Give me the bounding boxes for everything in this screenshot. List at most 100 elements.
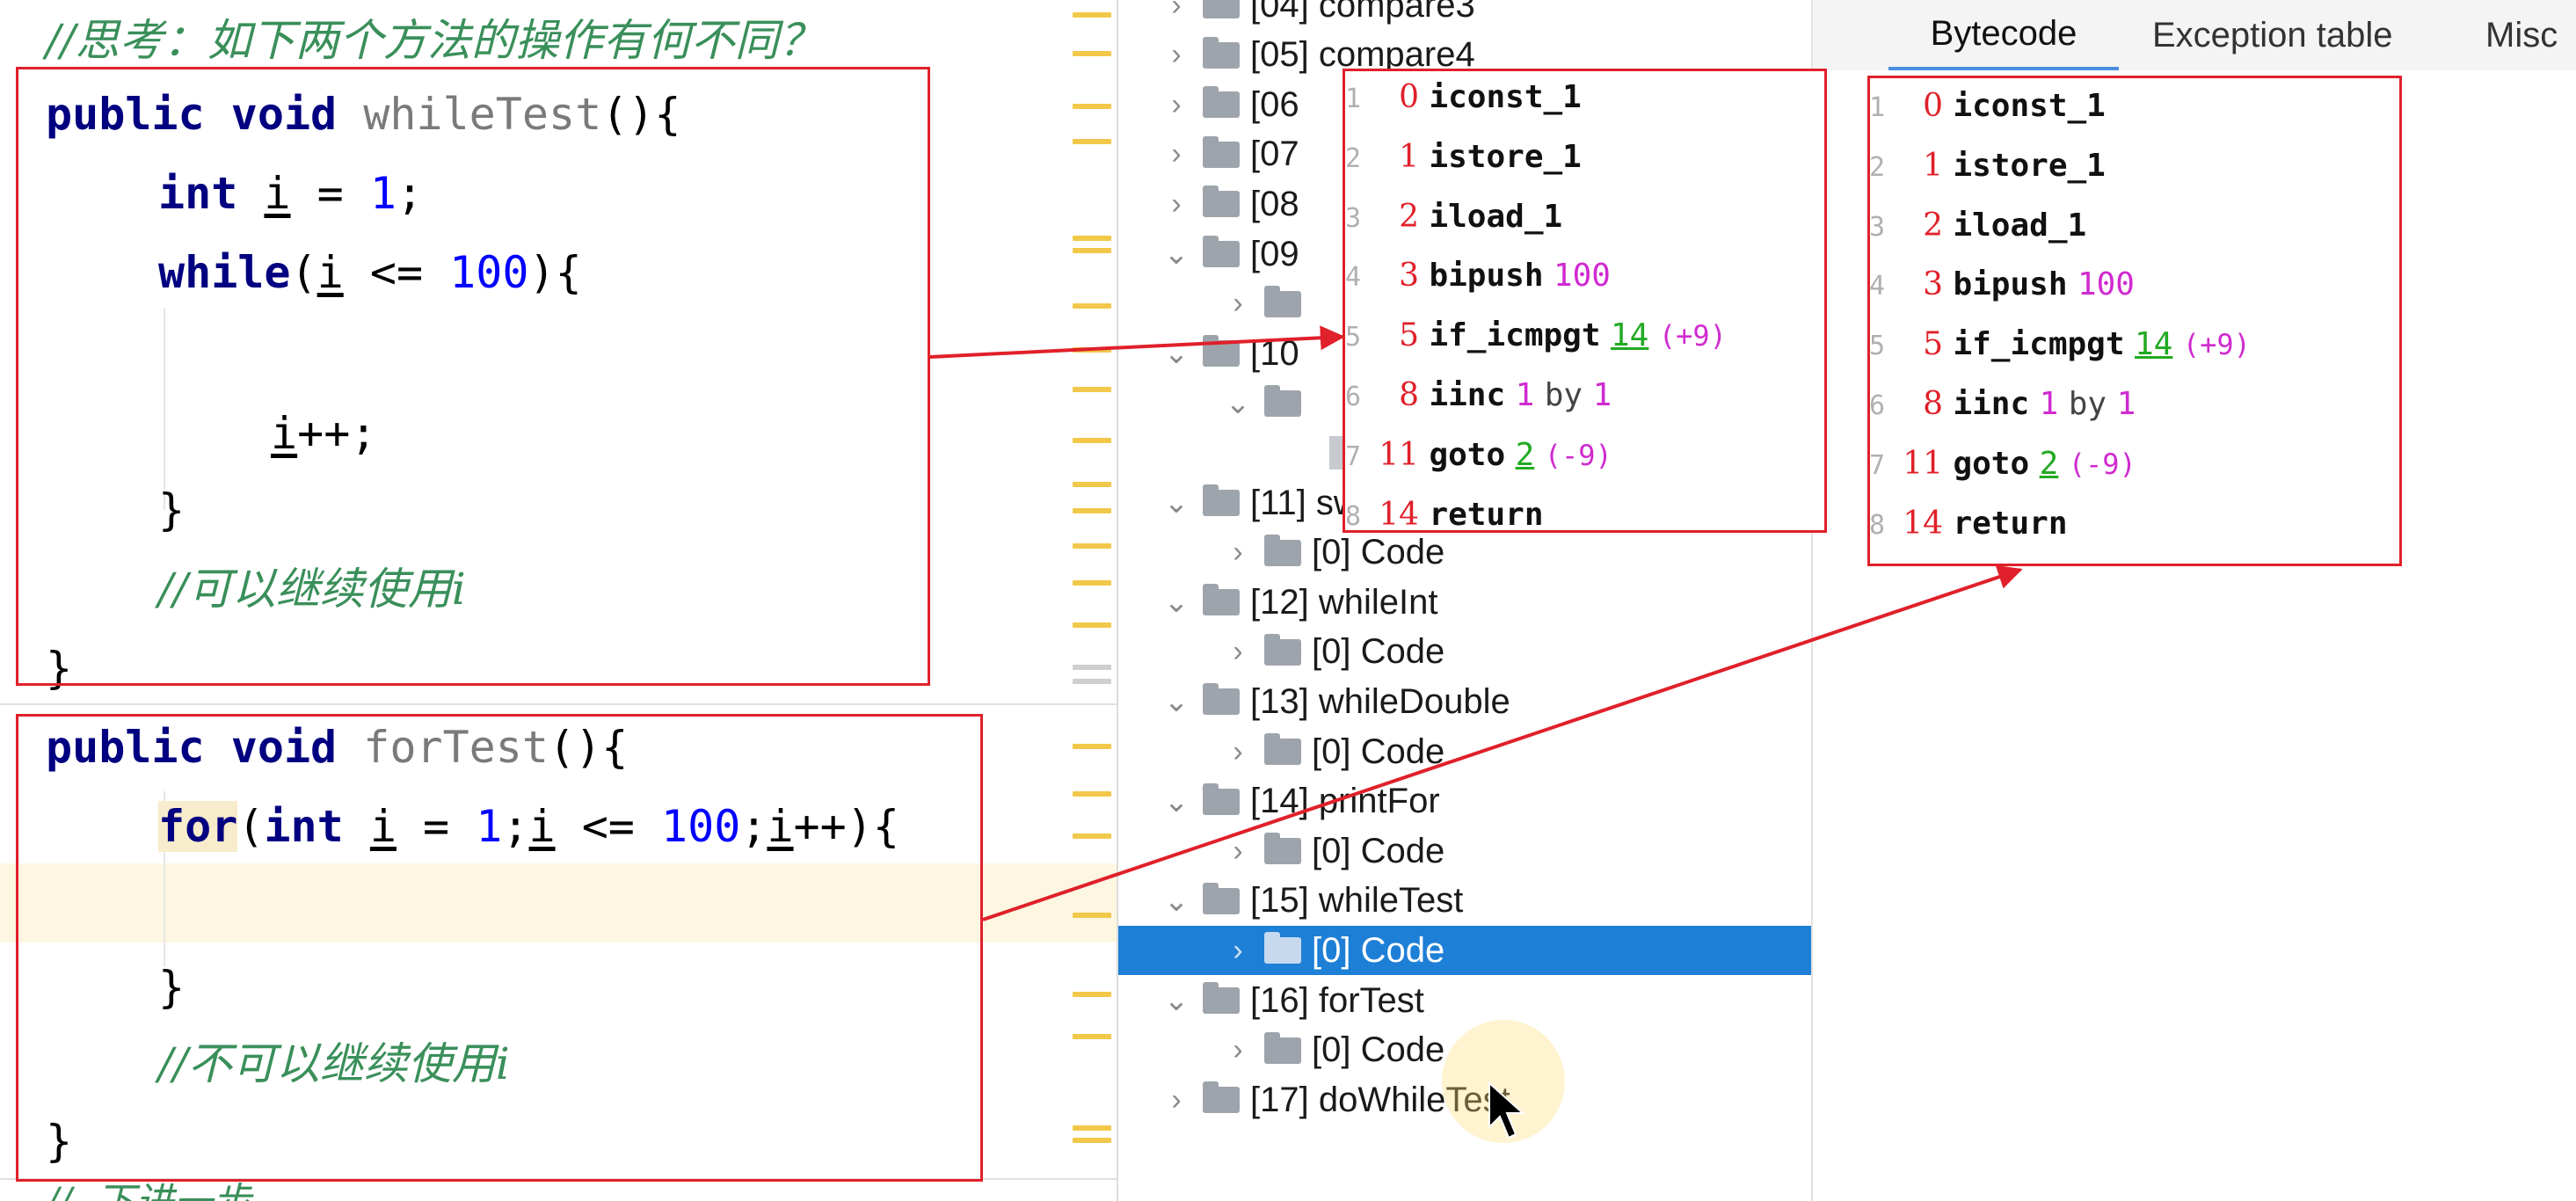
scrollbar-markers[interactable] bbox=[1055, 0, 1117, 1201]
bytecode-offset: 5 bbox=[1923, 326, 1943, 363]
marker bbox=[1073, 744, 1111, 749]
operand: 100 bbox=[1553, 258, 1611, 295]
bytecode-instruction: 5 5 if_icmpgt 14 (+9) bbox=[1869, 317, 2251, 372]
tree-item-label: [04] compare3 bbox=[1250, 0, 1475, 25]
tree-item[interactable]: ⌄ [15] whileTest bbox=[1118, 877, 1811, 926]
chevron-right-icon[interactable]: › bbox=[1220, 735, 1255, 769]
bytecode-offset: 0 bbox=[1923, 88, 1943, 124]
chevron-right-icon[interactable]: › bbox=[1220, 535, 1255, 570]
opcode: iload_1 bbox=[1429, 198, 1563, 235]
tree-item[interactable]: › [0] Code bbox=[1118, 926, 1811, 976]
marker bbox=[1073, 104, 1111, 109]
chevron-down-icon[interactable]: ⌄ bbox=[1159, 585, 1194, 620]
chevron-right-icon[interactable]: › bbox=[1220, 1033, 1255, 1067]
bytecode-instruction: 3 2 iload_1 bbox=[1869, 199, 2086, 253]
chevron-down-icon[interactable]: ⌄ bbox=[1159, 485, 1194, 520]
folder-icon bbox=[1203, 683, 1240, 716]
code-editor[interactable]: //思考：如下两个方法的操作有何不同？ public void whileTes… bbox=[0, 0, 1117, 1201]
chevron-right-icon[interactable]: › bbox=[1159, 1083, 1194, 1117]
tree-item[interactable]: ⌄ [12] whileInt bbox=[1118, 578, 1811, 627]
bytecode-instruction: 1 0 iconst_1 bbox=[1345, 70, 1582, 125]
while-method-signature: public void whileTest(){ bbox=[46, 89, 681, 140]
tree-item-label: [0] Code bbox=[1312, 632, 1445, 672]
marker bbox=[1073, 236, 1111, 241]
operand: 1 bbox=[2116, 386, 2136, 422]
line-number: 5 bbox=[1869, 331, 1886, 362]
bytecode-offset: 0 bbox=[1399, 79, 1419, 115]
line-number: 7 bbox=[1869, 449, 1886, 481]
folder-icon bbox=[1203, 335, 1240, 368]
marker bbox=[1073, 12, 1111, 18]
tab-exception-table[interactable]: Exception table bbox=[2152, 0, 2393, 70]
while-bytecode-listing: 1 0 iconst_1 2 1 istore_1 3 2 iload_1 4 3 bipus… bbox=[1345, 70, 1824, 533]
tree-item[interactable]: › [0] Code bbox=[1118, 628, 1811, 677]
tab-bytecode[interactable]: Bytecode bbox=[1888, 0, 2119, 70]
tree-item[interactable]: ⌄ [16] forTest bbox=[1118, 976, 1811, 1025]
chevron-down-icon[interactable]: ⌄ bbox=[1159, 684, 1194, 719]
line-number: 1 bbox=[1345, 84, 1362, 114]
marker bbox=[1073, 303, 1111, 309]
tree-item[interactable]: ⌄ [14] printFor bbox=[1118, 777, 1811, 826]
line-number: 2 bbox=[1869, 151, 1886, 183]
tree-item[interactable]: ⌄ [13] whileDouble bbox=[1118, 677, 1811, 726]
marker bbox=[1073, 791, 1111, 797]
bytecode-offset: 3 bbox=[1399, 258, 1419, 295]
chevron-right-icon[interactable]: › bbox=[1159, 38, 1194, 72]
tree-item[interactable]: › [0] Code bbox=[1118, 826, 1811, 876]
tree-item-label: [10 bbox=[1250, 333, 1299, 373]
chevron-right-icon[interactable]: › bbox=[1159, 137, 1194, 171]
opcode: bipush bbox=[1429, 258, 1544, 295]
tree-item[interactable]: › [04] compare3 bbox=[1118, 0, 1811, 30]
jump-target-link[interactable]: 14 bbox=[1611, 317, 1648, 353]
chevron-right-icon[interactable]: › bbox=[1220, 934, 1255, 968]
folder-icon bbox=[1203, 186, 1240, 218]
opcode: iinc bbox=[1953, 386, 2030, 422]
chevron-down-icon[interactable]: ⌄ bbox=[1220, 386, 1255, 421]
chevron-down-icon[interactable]: ⌄ bbox=[1159, 983, 1194, 1018]
chevron-right-icon[interactable]: › bbox=[1220, 287, 1255, 321]
chevron-down-icon[interactable]: ⌄ bbox=[1159, 784, 1194, 819]
tree-item-label: [05] compare4 bbox=[1250, 35, 1475, 75]
while-method-close: } bbox=[46, 643, 73, 694]
marker bbox=[1073, 992, 1111, 997]
chevron-right-icon[interactable]: › bbox=[1159, 88, 1194, 122]
folder-icon bbox=[1203, 36, 1240, 69]
while-close-brace: } bbox=[158, 484, 186, 535]
jump-target-link[interactable]: 2 bbox=[1516, 437, 1535, 473]
chevron-down-icon[interactable]: ⌄ bbox=[1159, 336, 1194, 371]
tree-item-label: [16] forTest bbox=[1250, 980, 1424, 1020]
operand-keyword: by bbox=[1544, 377, 1583, 413]
jump-target-link[interactable]: 2 bbox=[2040, 446, 2059, 482]
line-number: 4 bbox=[1869, 271, 1886, 302]
jump-target-link[interactable]: 14 bbox=[2135, 326, 2172, 362]
folder-icon bbox=[1264, 633, 1301, 666]
tree-item-label: [14] printFor bbox=[1250, 782, 1440, 821]
operand: 1 bbox=[1515, 377, 1535, 413]
while-increment-line: i++; bbox=[271, 408, 377, 459]
chevron-right-icon[interactable]: › bbox=[1159, 187, 1194, 222]
opcode: return bbox=[1429, 496, 1544, 533]
for-method-close: } bbox=[46, 1116, 73, 1167]
marker bbox=[1073, 347, 1111, 353]
chevron-right-icon[interactable]: › bbox=[1220, 834, 1255, 869]
tree-item-label: [15] whileTest bbox=[1250, 881, 1464, 921]
bytecode-offset: 11 bbox=[1903, 445, 1943, 482]
folder-icon bbox=[1203, 135, 1240, 168]
chevron-right-icon[interactable]: › bbox=[1220, 635, 1255, 669]
tree-item[interactable]: › [0] Code bbox=[1118, 727, 1811, 776]
line-number: 1 bbox=[1869, 92, 1886, 123]
relative-offset: (+9) bbox=[2182, 328, 2251, 362]
bytecode-instruction: 3 2 iload_1 bbox=[1345, 190, 1562, 244]
folder-icon bbox=[1264, 733, 1301, 765]
chevron-down-icon[interactable]: ⌄ bbox=[1159, 884, 1194, 919]
folder-icon bbox=[1264, 534, 1301, 566]
chevron-right-icon[interactable]: › bbox=[1159, 0, 1194, 23]
bytecode-offset: 8 bbox=[1399, 377, 1419, 413]
bytecode-instruction: 4 3 bipush 100 bbox=[1345, 249, 1611, 303]
line-number: 8 bbox=[1869, 509, 1886, 541]
line-number: 7 bbox=[1345, 440, 1362, 472]
chevron-down-icon[interactable]: ⌄ bbox=[1159, 237, 1194, 272]
tab-misc[interactable]: Misc bbox=[2485, 0, 2558, 70]
opcode: return bbox=[1953, 505, 2068, 542]
tab-bar: Bytecode Exception table Misc bbox=[1813, 0, 2576, 70]
